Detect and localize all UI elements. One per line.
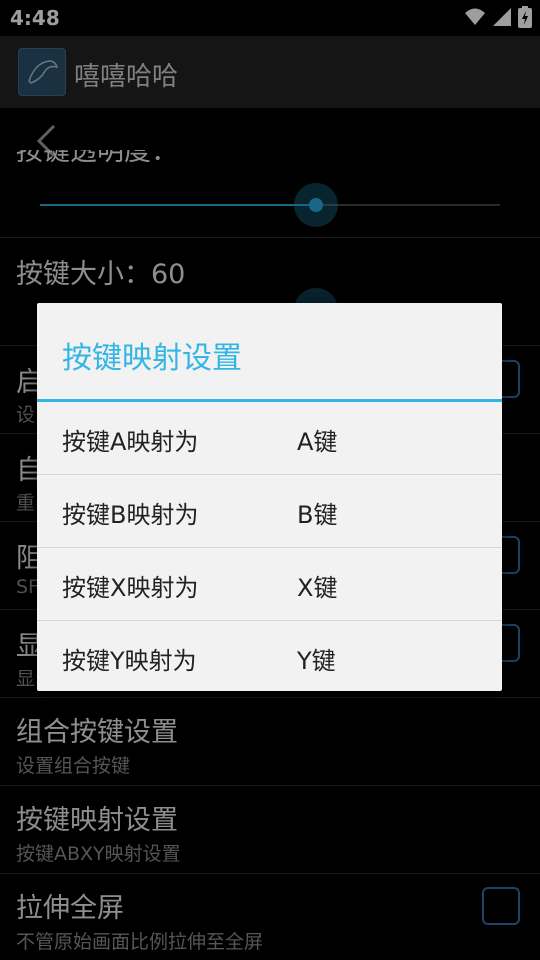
mapping-value: Y键 — [297, 647, 336, 675]
mapping-label: 按键A映射为 — [62, 428, 199, 456]
mapping-row-x[interactable]: 按键X映射为 X键 — [37, 548, 502, 621]
dialog-title: 按键映射设置 — [62, 341, 242, 376]
mapping-value: A键 — [297, 428, 338, 456]
mapping-row-b[interactable]: 按键B映射为 B键 — [37, 475, 502, 548]
mapping-value: X键 — [297, 574, 338, 602]
mapping-value: B键 — [297, 501, 338, 529]
mapping-row-a[interactable]: 按键A映射为 A键 — [37, 402, 502, 475]
mapping-label: 按键B映射为 — [62, 501, 199, 529]
mapping-row-y[interactable]: 按键Y映射为 Y键 — [37, 621, 502, 691]
key-mapping-dialog: 按键映射设置 按键A映射为 A键 按键B映射为 B键 按键X映射为 X键 按键Y… — [37, 303, 502, 691]
mapping-label: 按键X映射为 — [62, 574, 199, 602]
mapping-label: 按键Y映射为 — [62, 647, 197, 675]
